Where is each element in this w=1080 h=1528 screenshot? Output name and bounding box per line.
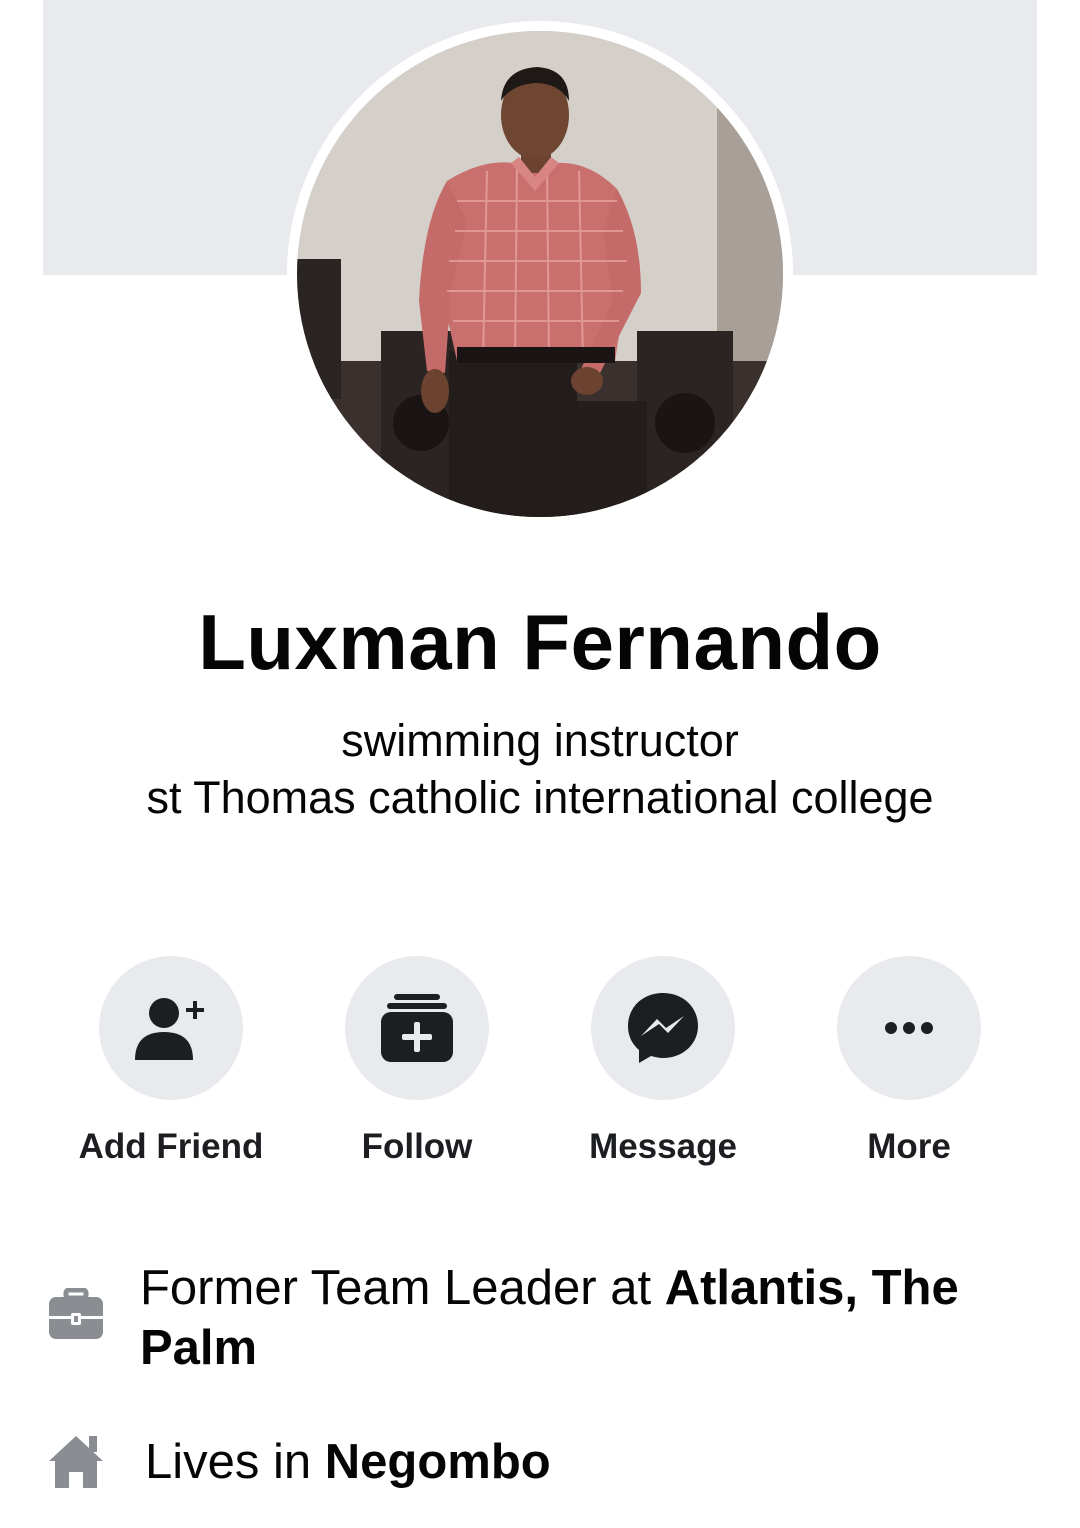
follow-label: Follow xyxy=(361,1127,473,1166)
house-icon xyxy=(49,1436,103,1488)
follow-circle[interactable] xyxy=(345,956,489,1100)
profile-photo-image xyxy=(297,31,783,517)
follow-icon xyxy=(381,994,453,1062)
more-circle[interactable] xyxy=(837,956,981,1100)
more-button[interactable]: More xyxy=(789,956,1029,1168)
profile-picture-frame[interactable] xyxy=(287,21,793,527)
message-circle[interactable] xyxy=(591,956,735,1100)
add-friend-icon xyxy=(135,998,204,1060)
home-detail-text: Lives in Negombo xyxy=(145,1432,1025,1492)
profile-picture[interactable] xyxy=(297,31,783,517)
add-friend-label: Add Friend xyxy=(78,1127,264,1166)
home-prefix: Lives in xyxy=(145,1435,325,1489)
add-friend-button[interactable]: Add Friend xyxy=(51,956,291,1168)
home-place-link[interactable]: Negombo xyxy=(325,1435,551,1489)
messenger-icon xyxy=(628,993,698,1063)
message-label: Message xyxy=(589,1127,737,1166)
more-label: More xyxy=(867,1127,951,1166)
more-dots-icon xyxy=(885,1022,933,1034)
briefcase-icon xyxy=(49,1288,103,1339)
message-button[interactable]: Message xyxy=(543,956,783,1168)
bio-line-school: st Thomas catholic international college xyxy=(146,772,934,823)
profile-bio: swimming instructor st Thomas catholic i… xyxy=(0,712,1080,826)
follow-button[interactable]: Follow xyxy=(297,956,537,1168)
bio-line-occupation: swimming instructor xyxy=(341,715,739,766)
work-prefix: Former Team Leader at xyxy=(140,1261,665,1315)
profile-name: Luxman Fernando xyxy=(198,598,882,686)
work-detail-text: Former Team Leader at Atlantis, The Palm xyxy=(140,1258,1020,1378)
profile-actions: Add Friend Follow Message More xyxy=(0,956,1080,1176)
add-friend-circle[interactable] xyxy=(99,956,243,1100)
